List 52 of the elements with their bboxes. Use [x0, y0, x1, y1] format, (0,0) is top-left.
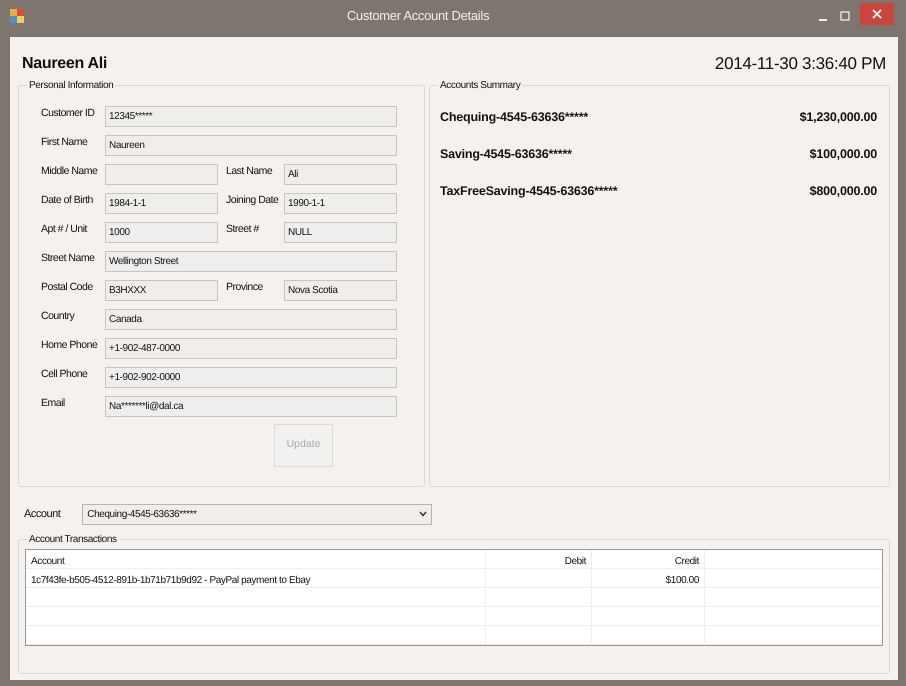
account-label: Account — [24, 506, 60, 522]
field-label: Province — [226, 280, 264, 294]
maximize-icon — [840, 10, 850, 20]
field-label: Street Name — [41, 250, 96, 266]
account-dropdown[interactable]: Chequing-4545-63636***** — [82, 504, 432, 524]
text-field[interactable]: Wellington Street — [105, 250, 397, 272]
caret-icon — [419, 511, 428, 517]
text-field[interactable]: 1990-1-1 — [284, 192, 397, 214]
field-label: Postal Code — [41, 280, 94, 294]
field-label: Date of Birth — [41, 192, 94, 208]
field-label: Home Phone — [41, 338, 98, 352]
text-field[interactable] — [105, 164, 218, 184]
text-field[interactable]: +1-902-902-0000 — [105, 366, 397, 388]
account-name: Chequing-4545-63636***** — [440, 108, 588, 126]
app-icon — [10, 8, 24, 22]
text-field[interactable]: Naureen — [105, 134, 397, 156]
field-label: Country — [41, 308, 76, 324]
table-cell: $100.00 — [592, 568, 705, 588]
close-button[interactable] — [860, 3, 894, 25]
field-label: Customer ID — [41, 106, 96, 120]
text-field[interactable]: 12345***** — [105, 106, 397, 126]
field-label: First Name — [41, 134, 88, 150]
field-label: Apt # / Unit — [41, 222, 88, 236]
account-balance: $800,000.00 — [810, 182, 877, 200]
minimize-icon — [819, 18, 827, 20]
field-label: Last Name — [226, 164, 274, 178]
customer-name: Naureen Ali — [22, 54, 108, 74]
column-header[interactable]: Account — [26, 550, 486, 568]
table-cell: 1c7f43fe-b505-4512-891b-1b71b71b9d92 - PayPal payment to Ebay — [26, 568, 486, 588]
text-field[interactable]: B3HXXX — [105, 280, 218, 300]
account-name: TaxFreeSaving-4545-63636***** — [440, 182, 618, 200]
text-field[interactable]: +1-902-487-0000 — [105, 338, 397, 358]
close-icon — [872, 9, 882, 19]
field-label: Joining Date — [226, 192, 280, 208]
field-label: Cell Phone — [41, 366, 88, 382]
text-field[interactable]: 1000 — [105, 222, 218, 242]
date-time: 2014-11-30 3:36:40 PM — [714, 53, 886, 75]
account-balance: $100,000.00 — [810, 146, 877, 162]
column-header[interactable]: Credit — [592, 550, 705, 568]
text-field[interactable]: Nova Scotia — [284, 280, 397, 300]
account-name: Saving-4545-63636***** — [440, 146, 572, 163]
text-field[interactable]: 1984-1-1 — [105, 192, 218, 214]
text-field[interactable]: Canada — [105, 308, 397, 330]
account-balance: $1,230,000.00 — [800, 108, 877, 126]
text-field[interactable]: Na*******li@dal.ca — [105, 396, 397, 416]
column-header[interactable]: Debit — [486, 550, 592, 568]
window-title: Customer Account Details — [346, 6, 490, 25]
field-label: Street # — [226, 222, 260, 236]
text-field[interactable]: Ali — [284, 164, 397, 184]
field-label: Email — [41, 396, 66, 410]
text-field[interactable]: NULL — [284, 222, 397, 242]
field-label: Middle Name — [41, 164, 98, 178]
